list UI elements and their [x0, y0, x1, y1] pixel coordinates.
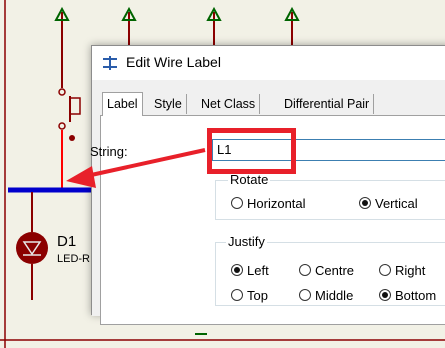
led-d1-component[interactable] — [16, 232, 48, 264]
radio-horizontal-indicator — [231, 197, 243, 209]
radio-centre[interactable]: Centre — [299, 262, 354, 278]
led-value-label: LED-R — [57, 253, 90, 265]
radio-bottom-label: Bottom — [395, 287, 437, 303]
tab-net-class[interactable]: Net Class — [197, 94, 261, 114]
radio-left-label: Left — [247, 262, 269, 278]
radio-top[interactable]: Top — [231, 287, 268, 303]
radio-middle[interactable]: Middle — [299, 287, 353, 303]
power-terminal-3[interactable] — [206, 6, 222, 45]
tab-differential-pair[interactable]: Differential Pair — [280, 94, 375, 114]
wire-label-icon — [103, 56, 117, 70]
radio-horizontal-label: Horizontal — [247, 195, 306, 211]
radio-vertical-label: Vertical — [375, 195, 418, 211]
radio-vertical-indicator — [359, 197, 371, 209]
radio-top-label: Top — [247, 287, 268, 303]
radio-vertical[interactable]: Vertical — [359, 195, 418, 211]
dialog-title-bar[interactable]: Edit Wire Label — [92, 46, 445, 80]
radio-bottom-indicator — [379, 289, 391, 301]
radio-horizontal[interactable]: Horizontal — [231, 195, 306, 211]
justify-group-title: Justify — [226, 234, 267, 249]
radio-bottom[interactable]: Bottom — [379, 287, 436, 303]
radio-middle-label: Middle — [315, 287, 354, 303]
power-terminal-1[interactable] — [54, 6, 70, 45]
push-button-switch[interactable] — [58, 45, 81, 141]
radio-top-indicator — [231, 289, 243, 301]
radio-left-indicator — [231, 264, 243, 276]
led-ref-label: D1 — [57, 233, 76, 250]
tab-label[interactable]: Label — [102, 92, 143, 116]
power-terminal-4[interactable] — [284, 6, 300, 45]
tab-style[interactable]: Style — [150, 94, 187, 114]
radio-right-label: Right — [395, 262, 426, 278]
rotate-group-title: Rotate — [228, 172, 271, 187]
annotation-highlight-box — [207, 128, 296, 174]
radio-centre-indicator — [299, 264, 311, 276]
dialog-title: Edit Wire Label — [126, 54, 221, 70]
radio-right[interactable]: Right — [379, 262, 425, 278]
string-label: String: — [90, 144, 128, 159]
radio-middle-indicator — [299, 289, 311, 301]
radio-left[interactable]: Left — [231, 262, 269, 278]
power-terminal-2[interactable] — [121, 6, 137, 45]
radio-centre-label: Centre — [315, 262, 355, 278]
radio-right-indicator — [379, 264, 391, 276]
